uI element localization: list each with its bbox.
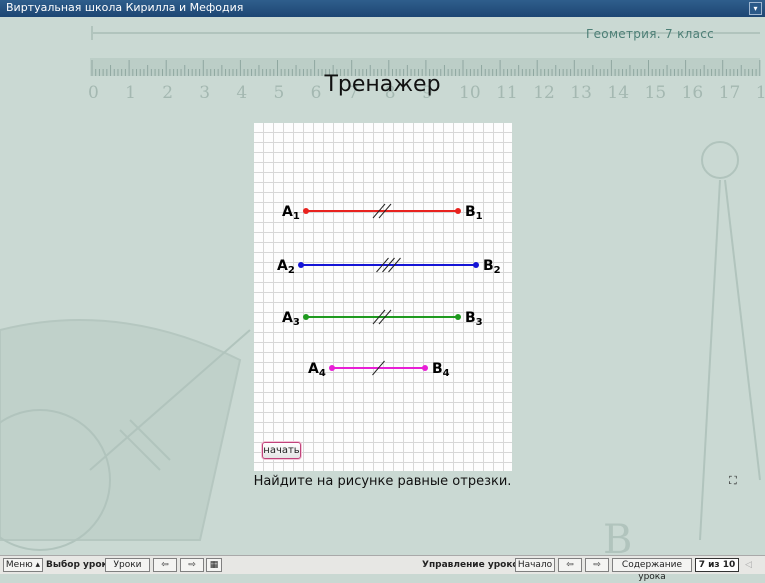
next-lesson-arrow-icon[interactable]: ⇨ — [180, 558, 204, 572]
segments-drawing: A1 B1 A2 B2 A3 B3 A4 B4 — [277, 203, 501, 379]
lesson-contents-button[interactable]: Содержание урока — [612, 558, 692, 582]
page-indicator: 7 из 10 — [695, 558, 739, 572]
point-label-a: A3 — [282, 310, 300, 328]
segment-endpoint-b — [455, 208, 461, 214]
point-label-a: A1 — [282, 204, 300, 222]
subject-label: Геометрия. 7 класс — [586, 27, 715, 41]
next-page-arrow-icon[interactable]: ⇨ — [585, 558, 609, 572]
fullscreen-icon[interactable]: ⛶ — [729, 475, 741, 487]
lesson-start-button[interactable]: Начало — [515, 558, 555, 572]
title-bar: Виртуальная школа Кирилла и Мефодия ▾ — [0, 0, 765, 17]
segment-endpoint-a — [303, 314, 309, 320]
instruction-text: Найдите на рисунке равные отрезки. — [253, 474, 512, 489]
prev-page-arrow-icon[interactable]: ⇦ — [558, 558, 582, 572]
point-label-b: B3 — [465, 310, 483, 328]
segment-endpoint-b — [473, 262, 479, 268]
start-button[interactable]: начать — [262, 442, 301, 459]
point-label-a: A2 — [277, 258, 295, 276]
menu-button[interactable]: Меню ▴ — [3, 558, 43, 572]
point-label-b: B4 — [432, 361, 450, 379]
prev-lesson-arrow-icon[interactable]: ⇦ — [153, 558, 177, 572]
segment-endpoint-b — [455, 314, 461, 320]
exercise-board: A1 B1 A2 B2 A3 B3 A4 B4 — [254, 123, 512, 471]
lesson-control-label: Управление уроком: — [422, 560, 530, 570]
segment-endpoint-b — [422, 365, 428, 371]
point-label-b: B2 — [483, 258, 501, 276]
grid-icon[interactable]: ▦ — [206, 558, 222, 572]
bottom-toolbar: Меню ▴ Выбор урока: Уроки ⇦ ⇨ ▦ Управлен… — [0, 555, 765, 582]
window-title: Виртуальная школа Кирилла и Мефодия — [6, 1, 244, 14]
segment-endpoint-a — [298, 262, 304, 268]
point-label-b: B1 — [465, 204, 483, 222]
chevron-down-icon[interactable]: ▾ — [749, 2, 762, 15]
lessons-button[interactable]: Уроки — [105, 558, 150, 572]
sound-icon[interactable]: ◁ — [745, 560, 752, 570]
segment-endpoint-a — [303, 208, 309, 214]
segment-endpoint-a — [329, 365, 335, 371]
page-title: Тренажер — [324, 72, 441, 97]
point-label-a: A4 — [308, 361, 326, 379]
